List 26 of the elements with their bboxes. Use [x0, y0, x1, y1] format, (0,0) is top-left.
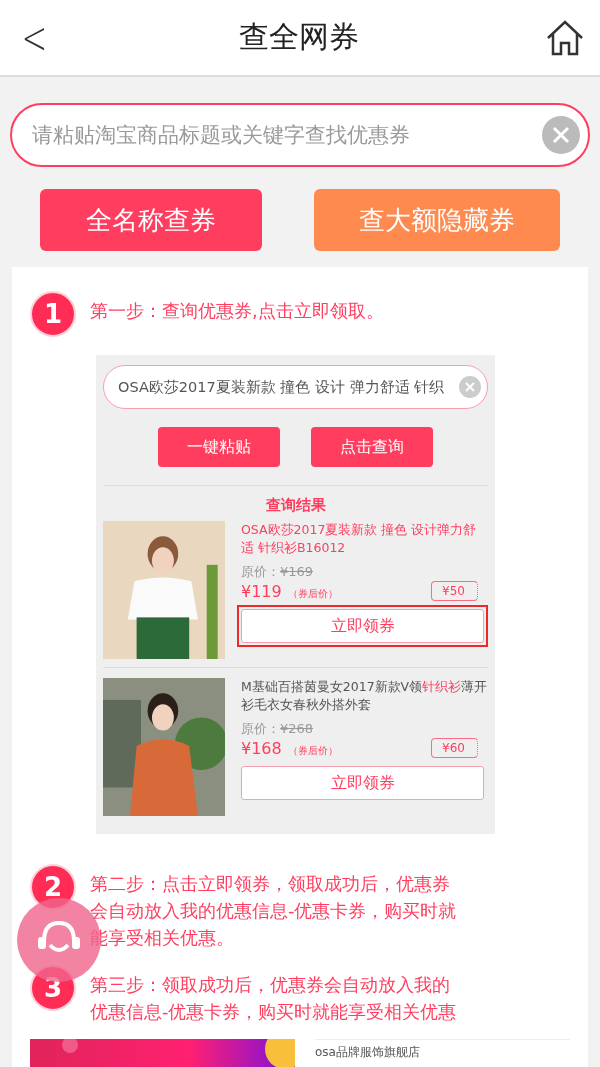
product-title: M基础百搭茵曼女2017新款V领针织衫薄开衫毛衣女春秋外搭外套 [241, 678, 488, 714]
claim-button[interactable]: 立即领券 [241, 766, 484, 800]
coupon-price: ¥168 （券后价） [241, 738, 338, 758]
step-number: 1 [30, 291, 76, 337]
example-button[interactable]: 一键粘贴 [158, 427, 281, 467]
clear-icon [459, 376, 481, 398]
search-input[interactable]: 请粘贴淘宝商品标题或关键字查找优惠券 [30, 122, 542, 148]
product-title: OSA欧莎2017夏装新款 撞色 设计弹力舒适 针织衫B16012 [241, 521, 478, 557]
claim-button[interactable]: 立即领券 [241, 609, 484, 643]
clear-icon[interactable] [542, 116, 580, 154]
back-button[interactable]: < [21, 12, 48, 63]
page-title: 查全网券 [239, 18, 360, 56]
coupon-price: ¥119 （券后价） [241, 581, 338, 601]
home-icon[interactable] [546, 19, 584, 56]
step-text: 第一步：查询优惠券,点击立即领取。 [90, 299, 385, 323]
example-button[interactable]: 点击查询 [310, 427, 433, 467]
shop-name: osa品牌服饰旗舰店 [315, 1039, 570, 1067]
search-field[interactable]: 请粘贴淘宝商品标题或关键字查找优惠券 [10, 103, 590, 167]
search-button[interactable]: 全名称查券 [40, 189, 262, 251]
coupon-tag: ¥60 [431, 738, 478, 758]
coupon-tag: ¥50 [431, 581, 478, 601]
search-button[interactable]: 查大额隐藏券 [314, 189, 560, 251]
step-text: 第三步：领取成功后，优惠券会自动放入我的优惠信息-优惠卡券，购买时就能享受相关优惠 [90, 973, 458, 1024]
original-price: 原价：¥268 [241, 720, 315, 738]
original-price: 原价：¥169 [241, 563, 315, 581]
results-title: 查询结果 [264, 495, 327, 516]
